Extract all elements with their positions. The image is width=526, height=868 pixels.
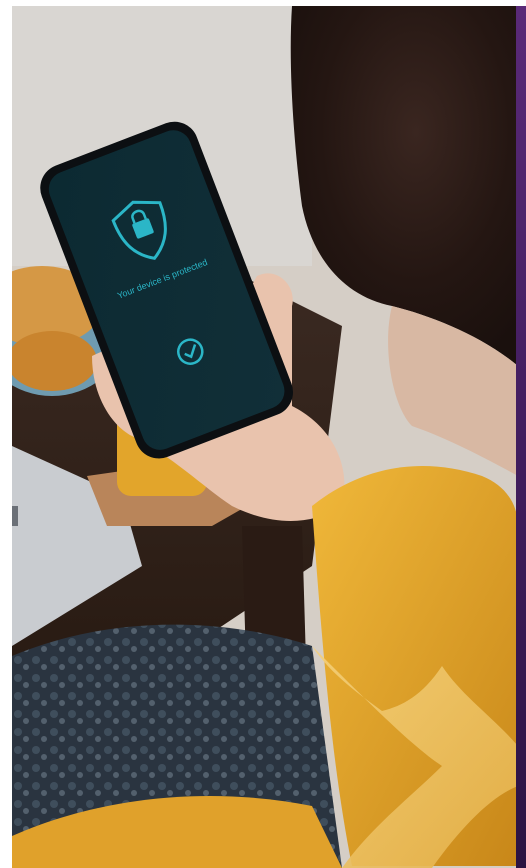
photo-illustration: Your device is protected (12, 6, 518, 868)
brand-edge (516, 6, 526, 868)
photo-frame: Your device is protected (0, 0, 526, 868)
hero-photo: Your device is protected (12, 6, 518, 868)
